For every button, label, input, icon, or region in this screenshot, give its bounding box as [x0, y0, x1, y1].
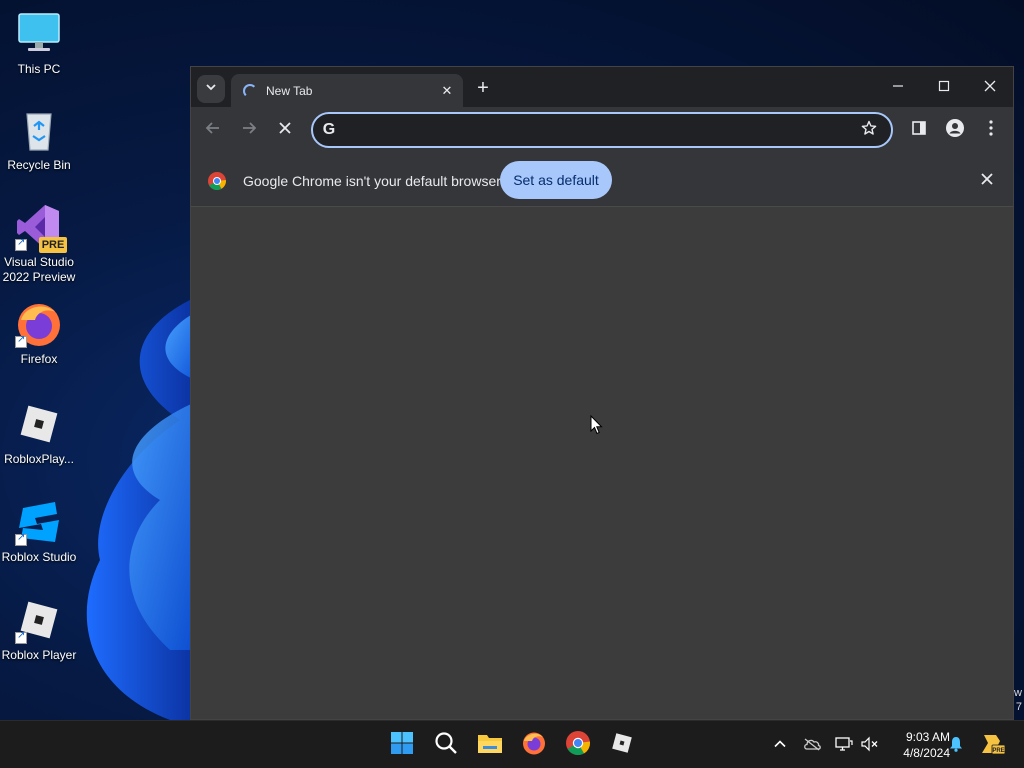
infobar-close-button[interactable]	[975, 169, 999, 193]
desktop-edge-text: w 7	[1014, 687, 1022, 713]
taskbar-file-explorer[interactable]	[474, 729, 506, 761]
close-icon	[984, 79, 996, 95]
infobar-message: Google Chrome isn't your default browser	[243, 173, 501, 189]
taskbar-firefox[interactable]	[518, 729, 550, 761]
shortcut-arrow-icon	[15, 237, 27, 251]
stop-loading-button[interactable]	[271, 116, 299, 144]
roblox-player-icon	[15, 596, 63, 644]
forward-button[interactable]	[235, 116, 263, 144]
tray-network[interactable]	[834, 735, 854, 755]
close-icon	[278, 120, 292, 140]
tab-close-button[interactable]: ✕	[437, 81, 457, 101]
address-bar[interactable]: G	[311, 112, 893, 148]
shortcut-arrow-icon	[15, 334, 27, 348]
roblox-player-icon	[15, 400, 63, 448]
desktop-icon-robloxplayer[interactable]: RobloxPlay...	[0, 400, 78, 467]
desktop-icon-recycle-bin[interactable]: Recycle Bin	[0, 106, 78, 173]
browser-toolbar: G	[191, 107, 1013, 153]
minimize-icon	[892, 79, 904, 95]
loading-spinner-icon	[243, 83, 257, 98]
title-bar: New Tab ✕ +	[191, 67, 1013, 107]
arrow-left-icon	[205, 120, 221, 141]
google-g-icon: G	[322, 121, 336, 138]
address-input[interactable]	[344, 116, 855, 144]
svg-text:PRE: PRE	[992, 748, 1004, 754]
desktop-icon-visual-studio[interactable]: PRE Visual Studio 2022 Preview	[0, 203, 78, 285]
shortcut-arrow-icon	[15, 532, 27, 546]
clock-time: 9:03 AM	[905, 730, 950, 744]
onedrive-icon	[803, 737, 821, 754]
close-icon	[981, 172, 993, 190]
chrome-icon	[566, 730, 590, 760]
tray-volume[interactable]	[860, 735, 880, 755]
computer-icon	[15, 10, 63, 58]
mouse-cursor-icon	[590, 414, 604, 435]
tab-search-button[interactable]	[197, 75, 225, 103]
roblox-icon	[610, 731, 634, 760]
maximize-icon	[938, 79, 950, 95]
set-as-default-button[interactable]: Set as default	[500, 161, 612, 199]
preview-badge: PRE	[39, 237, 67, 253]
roblox-studio-icon	[15, 498, 63, 546]
arrow-right-icon	[241, 120, 257, 141]
maximize-button[interactable]	[921, 73, 967, 101]
more-vert-icon	[989, 119, 993, 141]
windows-start-icon	[390, 731, 414, 760]
tab-title: New Tab	[266, 83, 313, 98]
default-browser-infobar: Google Chrome isn't your default browser…	[191, 153, 1013, 207]
back-button[interactable]	[199, 116, 227, 144]
tray-dev-badge[interactable]: PRE	[980, 733, 1006, 758]
taskbar: 9:03 AM 4/8/2024 PRE	[0, 720, 1024, 768]
dev-badge-icon: PRE	[980, 733, 1006, 758]
close-icon: ✕	[441, 82, 453, 98]
profile-button[interactable]	[941, 116, 969, 144]
taskbar-roblox[interactable]	[606, 729, 638, 761]
desktop-icon-roblox-player[interactable]: Roblox Player	[0, 596, 78, 663]
chrome-logo-icon	[208, 172, 226, 191]
close-window-button[interactable]	[967, 73, 1013, 101]
side-panel-button[interactable]	[905, 116, 933, 144]
tab-new-tab[interactable]: New Tab ✕	[231, 74, 463, 107]
chevron-up-icon	[774, 737, 786, 753]
tray-overflow-button[interactable]	[770, 735, 790, 755]
search-icon	[434, 731, 458, 760]
firefox-icon	[522, 731, 546, 760]
menu-button[interactable]	[977, 116, 1005, 144]
visual-studio-preview-icon: PRE	[15, 203, 67, 253]
profile-avatar-icon	[946, 118, 964, 142]
tray-notifications[interactable]	[946, 735, 966, 755]
desktop-icon-this-pc[interactable]: This PC	[0, 10, 78, 77]
chrome-window: New Tab ✕ + G Google Chrome isn't your d…	[190, 66, 1014, 720]
start-button[interactable]	[386, 729, 418, 761]
volume-muted-icon	[861, 736, 879, 755]
taskbar-clock[interactable]: 9:03 AM 4/8/2024	[880, 729, 950, 761]
star-icon	[861, 120, 877, 141]
chevron-down-icon	[205, 80, 217, 98]
taskbar-chrome[interactable]	[562, 729, 594, 761]
notification-bell-icon	[949, 736, 963, 755]
tray-onedrive[interactable]	[802, 735, 822, 755]
desktop-icon-roblox-studio[interactable]: Roblox Studio	[0, 498, 78, 565]
network-icon	[835, 736, 853, 755]
recycle-bin-icon	[15, 106, 63, 154]
firefox-icon	[15, 300, 63, 348]
taskbar-search-button[interactable]	[430, 729, 462, 761]
side-panel-icon	[911, 120, 927, 141]
clock-date: 4/8/2024	[903, 746, 950, 760]
desktop-icon-firefox[interactable]: Firefox	[0, 300, 78, 367]
shortcut-arrow-icon	[15, 630, 27, 644]
file-explorer-icon	[477, 732, 503, 759]
plus-icon: +	[477, 77, 489, 99]
page-content[interactable]	[191, 208, 1013, 719]
new-tab-button[interactable]: +	[471, 77, 495, 101]
minimize-button[interactable]	[875, 73, 921, 101]
bookmark-star-button[interactable]	[855, 116, 883, 144]
